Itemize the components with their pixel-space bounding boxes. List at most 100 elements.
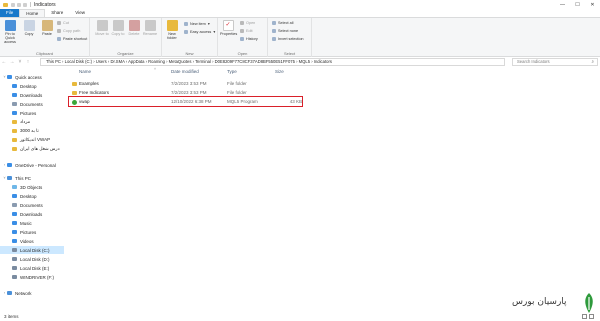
- desktop-icon: [12, 194, 17, 198]
- address-bar-row: ← → ˅ ↑ This PC › Local Disk (C:) › User…: [0, 57, 600, 67]
- nav-documents[interactable]: Documents: [12, 100, 43, 108]
- nav-disk-e[interactable]: Local Disk (E:): [12, 264, 49, 272]
- cut-button[interactable]: Cut: [57, 21, 69, 25]
- nav-3d-objects[interactable]: 3D Objects: [12, 183, 42, 191]
- rename-icon: [144, 20, 156, 31]
- copy-button[interactable]: Copy: [21, 20, 37, 36]
- nav-folder-fa4[interactable]: درس شغل های ایران: [12, 145, 60, 153]
- paste-button[interactable]: Paste: [39, 20, 55, 36]
- select-all-icon: [272, 21, 276, 25]
- nav-pc-downloads[interactable]: Downloads: [12, 210, 42, 218]
- rename-button[interactable]: Rename: [142, 20, 158, 36]
- column-header-name[interactable]: Name: [79, 68, 91, 76]
- maximize-button[interactable]: ☐: [570, 0, 585, 9]
- new-item-button[interactable]: New item ▾: [184, 21, 210, 26]
- drive-icon: [12, 275, 17, 279]
- tab-file[interactable]: File: [0, 9, 20, 17]
- nav-quick-access[interactable]: ˅ Quick access: [2, 73, 41, 81]
- easy-access-button[interactable]: Easy access ▾: [184, 29, 215, 34]
- window-title: Indicators: [34, 1, 56, 8]
- highlight-box: [68, 96, 303, 107]
- drive-icon: [12, 257, 17, 261]
- nav-folder-fa2[interactable]: 3000 تا به: [12, 127, 39, 135]
- nav-downloads[interactable]: Downloads: [12, 91, 42, 99]
- file-name: Examples: [79, 81, 99, 86]
- nav-videos[interactable]: Videos: [12, 237, 34, 245]
- properties-icon[interactable]: [11, 2, 15, 7]
- folder-icon: [12, 147, 17, 151]
- dropdown-icon[interactable]: [23, 2, 27, 7]
- search-input[interactable]: Search Indicators ⌕: [512, 58, 598, 66]
- file-row[interactable]: Examples 7/2/2023 3:53 PM File folder: [68, 80, 304, 88]
- ribbon-tabs: File Home Share View: [0, 9, 600, 17]
- nav-desktop[interactable]: Desktop: [12, 82, 37, 90]
- nav-windriver[interactable]: WINDRIVER (F:): [12, 273, 54, 281]
- edit-button[interactable]: Edit: [240, 29, 253, 33]
- file-type: File folder: [227, 81, 247, 86]
- copy-path-button[interactable]: Copy path: [57, 29, 80, 33]
- nav-this-pc[interactable]: ˅ This PC: [2, 174, 31, 182]
- open-button[interactable]: Open: [240, 21, 255, 25]
- new-folder-button[interactable]: New folder: [164, 20, 180, 40]
- music-icon: [12, 221, 17, 225]
- address-input[interactable]: This PC › Local Disk (C:) › Users › Dr.S…: [40, 58, 505, 66]
- new-folder-icon[interactable]: [17, 2, 21, 7]
- new-group-label: New: [185, 51, 194, 56]
- ribbon: Pin to Quick access Copy Paste Cut Copy …: [0, 17, 600, 57]
- nav-disk-c[interactable]: Local Disk (C:): [0, 246, 64, 254]
- edit-icon: [240, 29, 244, 33]
- select-none-button[interactable]: Select none: [272, 29, 298, 33]
- close-button[interactable]: ✕: [585, 0, 600, 9]
- clipboard-group-label: Clipboard: [35, 51, 54, 56]
- invert-selection-button[interactable]: Invert selection: [272, 37, 304, 41]
- folder-icon: [72, 82, 77, 86]
- column-header-type[interactable]: Type: [227, 68, 237, 76]
- nav-music[interactable]: Music: [12, 219, 32, 227]
- tab-home[interactable]: Home: [19, 9, 46, 17]
- pin-quick-access-button[interactable]: Pin to Quick access: [2, 20, 18, 44]
- chevron-down-icon: ▾: [207, 22, 210, 26]
- history-button[interactable]: History: [240, 37, 258, 41]
- pictures-icon: [12, 230, 17, 234]
- easy-access-icon: [184, 29, 188, 34]
- nav-disk-d[interactable]: Local Disk (D:): [12, 255, 50, 263]
- divider: [30, 2, 31, 7]
- status-bar: 3 items: [0, 312, 600, 321]
- delete-button[interactable]: Delete: [126, 20, 142, 36]
- paste-icon: [41, 20, 53, 31]
- nav-folder-fa1[interactable]: مرداد: [12, 118, 30, 126]
- select-all-button[interactable]: Select all: [272, 21, 293, 25]
- nav-pictures[interactable]: Pictures: [12, 109, 36, 117]
- new-folder-icon: [166, 20, 178, 31]
- forward-arrow-icon[interactable]: →: [8, 59, 16, 65]
- copy-to-button[interactable]: Copy to: [110, 20, 126, 36]
- nav-pc-pictures[interactable]: Pictures: [12, 228, 36, 236]
- desktop-icon: [12, 84, 17, 88]
- drive-icon: [12, 266, 17, 270]
- nav-network[interactable]: › Network: [2, 289, 32, 297]
- nav-folder-fa3[interactable]: اندیکاتور VWAP: [12, 136, 50, 144]
- minimize-button[interactable]: —: [555, 0, 570, 9]
- nav-onedrive[interactable]: › OneDrive - Personal: [2, 161, 56, 169]
- properties-button[interactable]: ✓ Properties: [220, 20, 237, 36]
- video-icon: [12, 239, 17, 243]
- select-group-label: Select: [283, 51, 296, 56]
- navigation-pane: ˅ Quick access Desktop Downloads Documen…: [0, 68, 64, 312]
- logo-mark-icon: [585, 293, 593, 313]
- paste-shortcut-button[interactable]: Paste shortcut: [57, 37, 87, 41]
- quick-access-toolbar: [11, 2, 27, 7]
- chevron-down-icon[interactable]: ˅: [16, 59, 24, 65]
- nav-pc-documents[interactable]: Documents: [12, 201, 43, 209]
- column-header-size[interactable]: Size: [275, 68, 284, 76]
- column-header-date[interactable]: Date modified: [171, 68, 199, 76]
- pictures-icon: [12, 111, 17, 115]
- nav-pc-desktop[interactable]: Desktop: [12, 192, 37, 200]
- up-arrow-icon[interactable]: ↑: [24, 59, 32, 65]
- back-arrow-icon[interactable]: ←: [0, 59, 8, 65]
- new-group: New folder New item ▾ Easy access ▾ New: [162, 18, 218, 57]
- tab-view[interactable]: View: [69, 9, 91, 17]
- paste-shortcut-icon: [57, 37, 61, 41]
- tab-share[interactable]: Share: [45, 9, 69, 17]
- document-icon: [12, 102, 17, 106]
- move-to-button[interactable]: Move to: [94, 20, 110, 36]
